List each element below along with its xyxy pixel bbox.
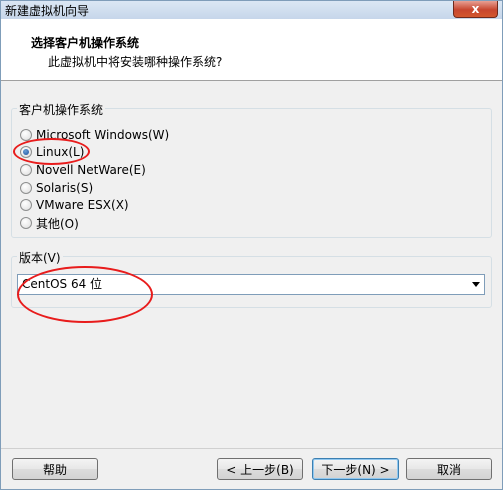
cancel-button[interactable]: 取消 xyxy=(406,458,492,480)
help-button[interactable]: 帮助 xyxy=(12,458,98,480)
radio-other[interactable]: 其他(O) xyxy=(20,215,79,231)
page-subtitle: 此虚拟机中将安装哪种操作系统? xyxy=(48,55,223,69)
radio-button[interactable] xyxy=(20,199,32,211)
radio-button[interactable] xyxy=(20,164,32,176)
radio-label: VMware ESX(X) xyxy=(36,198,129,212)
wizard-window: 新建虚拟机向导 x 选择客户机操作系统 此虚拟机中将安装哪种操作系统? 客户机操… xyxy=(0,0,503,490)
back-button[interactable]: < 上一步(B) xyxy=(217,458,303,480)
radio-button[interactable] xyxy=(20,182,32,194)
annotation-circle-version xyxy=(17,266,153,323)
version-group-label: 版本(V) xyxy=(17,249,63,266)
radio-button[interactable] xyxy=(20,217,32,229)
radio-solaris[interactable]: Solaris(S) xyxy=(20,180,93,196)
page-title: 选择客户机操作系统 xyxy=(31,36,140,50)
next-button[interactable]: 下一步(N) > xyxy=(312,458,399,480)
title-bar[interactable]: 新建虚拟机向导 x xyxy=(1,1,502,19)
radio-label: Novell NetWare(E) xyxy=(36,163,146,177)
close-button[interactable]: x xyxy=(453,1,498,18)
close-icon: x xyxy=(471,2,480,16)
window-title: 新建虚拟机向导 xyxy=(5,4,90,18)
radio-vmware-esx[interactable]: VMware ESX(X) xyxy=(20,197,129,213)
annotation-circle-linux xyxy=(13,138,90,165)
button-bar-divider xyxy=(1,448,502,449)
radio-label: 其他(O) xyxy=(36,216,79,231)
os-group-label: 客户机操作系统 xyxy=(17,101,106,118)
chevron-down-icon[interactable] xyxy=(472,282,480,287)
radio-netware[interactable]: Novell NetWare(E) xyxy=(20,162,146,178)
wizard-header: 选择客户机操作系统 此虚拟机中将安装哪种操作系统? xyxy=(1,19,502,81)
radio-label: Solaris(S) xyxy=(36,181,94,195)
